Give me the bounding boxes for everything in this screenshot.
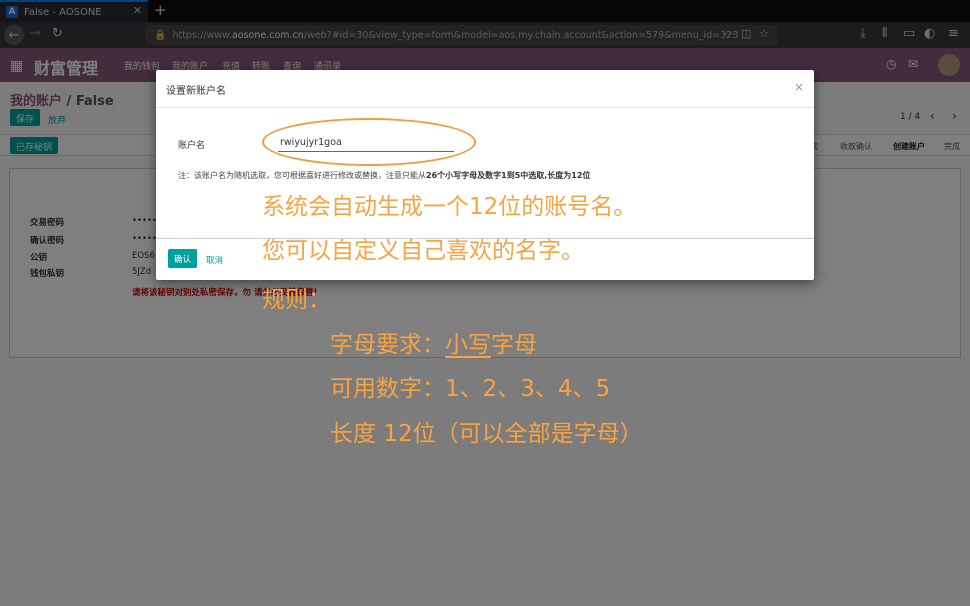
annotation-line-1: 系统会自动生成一个12位的账号名。 <box>262 194 637 220</box>
dialog-note: 注：该账户名为随机选取，您可根据喜好进行修改或替换，注意只能从26个小写字母及数… <box>178 171 591 180</box>
confirm-button[interactable]: 确认 <box>168 249 198 268</box>
account-name-label: 账户名 <box>178 141 206 151</box>
dialog-header: 设置新账户名 × <box>156 70 814 108</box>
cancel-button[interactable]: 取消 <box>206 254 223 266</box>
dialog-title: 设置新账户名 <box>166 86 226 97</box>
close-icon[interactable]: × <box>794 80 804 94</box>
highlight-ellipse <box>262 118 476 166</box>
annotation-line-6: 长度 12位（可以全部是字母） <box>330 421 643 447</box>
annotation-line-4: 字母要求：小写字母 <box>330 332 537 358</box>
annotation-line-5: 可用数字：1、2、3、4、5 <box>330 376 611 402</box>
annotation-line-3: 规则： <box>262 287 331 313</box>
annotation-line-2: 您可以自定义自己喜欢的名字。 <box>262 238 584 264</box>
